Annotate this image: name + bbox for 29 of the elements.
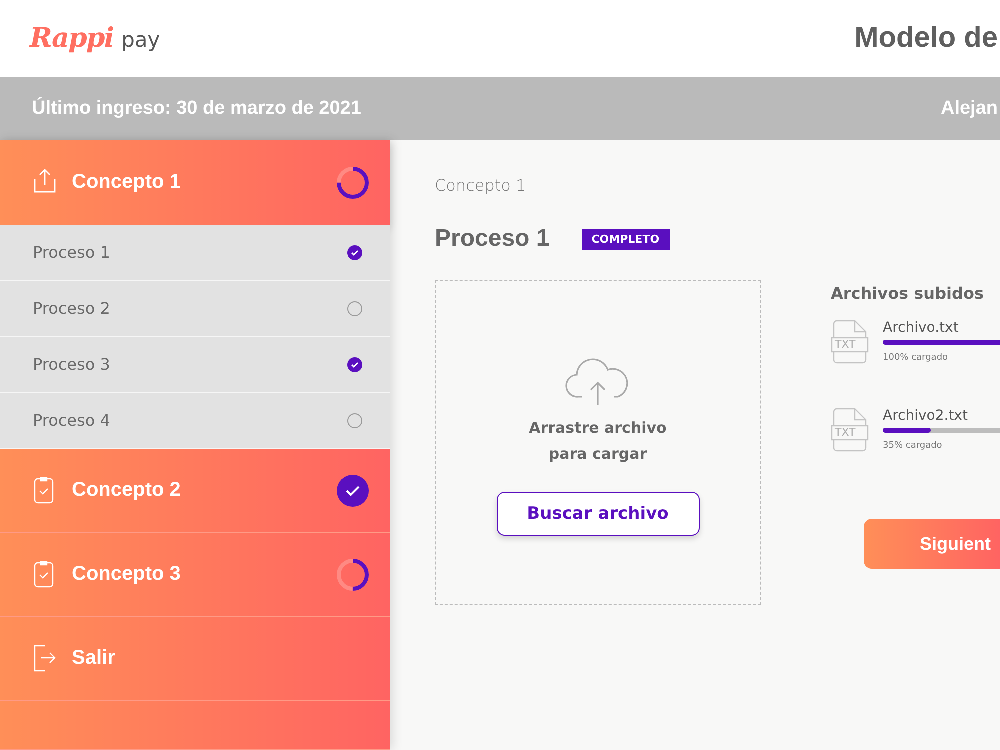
browse-file-button[interactable]: Buscar archivo bbox=[496, 492, 700, 536]
sidebar-subitem[interactable]: Proceso 4 bbox=[0, 393, 390, 449]
sidebar-item[interactable]: Concepto 3 bbox=[0, 533, 390, 617]
file-type-label: TXT bbox=[835, 338, 856, 352]
file-name: Archivo.txt bbox=[883, 320, 960, 336]
file-name: Archivo2.txt bbox=[883, 408, 969, 424]
files-title: Archivos subidos bbox=[831, 284, 985, 303]
sidebar-item[interactable]: Salir bbox=[0, 617, 390, 701]
upload-caption: 100% cargado bbox=[883, 353, 950, 363]
drop-zone[interactable]: Arrastre archivo para cargar Buscar archivo bbox=[435, 280, 761, 605]
sidebar-subitem[interactable]: Proceso 3 bbox=[0, 337, 390, 393]
sidebar-item[interactable]: Concepto 2 bbox=[0, 449, 390, 533]
breadcrumb: Concepto 1 bbox=[435, 176, 528, 195]
user-name: Alejan bbox=[940, 98, 998, 120]
sidebar-subitem[interactable]: Proceso 1 bbox=[0, 225, 390, 281]
page-title: Modelo de bbox=[854, 22, 998, 55]
file-type-label: TXT bbox=[835, 426, 856, 440]
upload-caption: 35% cargado bbox=[883, 441, 944, 451]
logo-wordmark: Rappi bbox=[30, 23, 114, 54]
sidebar-subitem[interactable]: Proceso 2 bbox=[0, 281, 390, 337]
logo-suffix: pay bbox=[122, 28, 160, 52]
process-heading: Proceso 1 bbox=[435, 225, 550, 253]
drop-instructions: Arrastre archivo para cargar bbox=[529, 418, 667, 465]
file-outline-icon bbox=[831, 408, 869, 452]
next-button[interactable]: Siguient bbox=[864, 519, 1000, 569]
last-login-text: Último ingreso: 30 de marzo de 2021 bbox=[32, 98, 362, 120]
status-badge: COMPLETO bbox=[582, 228, 670, 250]
file-outline-icon bbox=[831, 320, 869, 364]
sidebar-item[interactable]: Concepto 1 bbox=[0, 140, 390, 225]
